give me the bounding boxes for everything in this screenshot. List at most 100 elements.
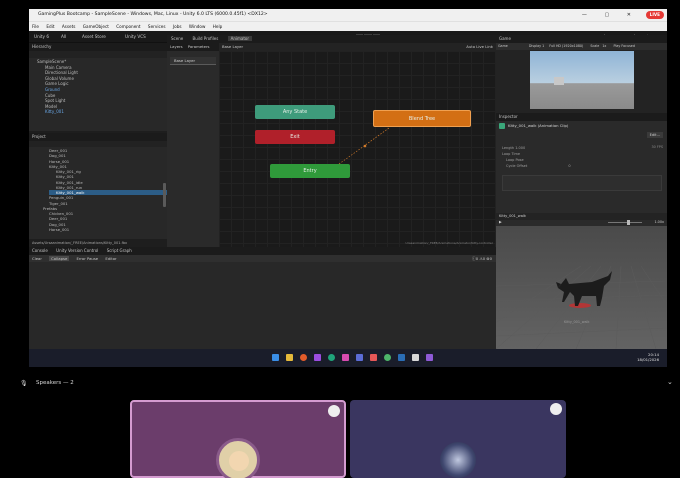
all-dropdown[interactable]: All (61, 31, 66, 43)
menu-jobs[interactable]: Jobs (173, 24, 182, 29)
menu-component[interactable]: Component (116, 24, 140, 29)
error-count: 0 (489, 256, 492, 261)
transition-arrow (338, 127, 390, 165)
menu-window[interactable]: Window (189, 24, 206, 29)
hierarchy-tabstrip: Hierarchy (29, 43, 167, 51)
tab-parameters[interactable]: Parameters (188, 44, 210, 49)
live-badge: LIVE (645, 11, 664, 19)
microphone-icon[interactable]: 🎙 (20, 380, 28, 387)
menu-assets[interactable]: Assets (62, 24, 76, 29)
menu-file[interactable]: File (32, 24, 39, 29)
tab-console[interactable]: Console (32, 248, 48, 253)
speakers-label: Speakers — 2 (36, 380, 74, 386)
animation-clip-icon (499, 123, 505, 129)
error-pause-button[interactable]: Error Pause (77, 256, 99, 261)
speed-slider[interactable] (608, 222, 642, 223)
preview-play-button[interactable]: ▶ (499, 220, 502, 224)
taskbar-clock[interactable]: 20:14 18/01/2026 (637, 352, 659, 362)
console-toolbar: Clear Collapse Error Pause Editor ⓘ0 ⚠0 … (29, 255, 496, 262)
chevron-down-icon[interactable]: ⌄ (667, 378, 673, 386)
collapse-button[interactable]: Collapse (49, 256, 70, 261)
menubar: File Edit Assets GameObject Component Se… (29, 21, 667, 31)
steam-icon[interactable] (398, 354, 405, 361)
hierarchy-search[interactable] (29, 51, 167, 58)
window-controls[interactable]: — ▢ ✕ (582, 9, 639, 21)
animator-graph[interactable]: Any State Exit Entry Blend Tree Ursaanim… (219, 51, 496, 247)
stage: GamingPlus Bootcamp - SampleScene - Wind… (0, 0, 680, 478)
speaker-tile-2[interactable] (350, 400, 566, 478)
tab-project[interactable]: Project (32, 134, 46, 139)
firefox-icon[interactable] (300, 354, 307, 361)
animator-footer-path: Ursaanimation/_FREE/Animations/Animator/… (405, 241, 493, 245)
edit-button[interactable]: Edit... (646, 132, 663, 138)
speaker-1-settings-icon[interactable] (328, 405, 340, 417)
console-tabstrip: Console Unity Version Control Script Gra… (29, 247, 496, 255)
tab-script-graph[interactable]: Script Graph (107, 248, 132, 253)
tab-scene[interactable]: Scene (171, 36, 183, 41)
app-icon[interactable] (342, 354, 349, 361)
obs-icon[interactable] (314, 354, 321, 361)
warning-count: 0 (482, 256, 486, 261)
scale-label: Scale (590, 44, 600, 48)
animator-sidebar-tabs: Layers Parameters (167, 43, 219, 51)
chrome-icon[interactable] (384, 354, 391, 361)
game-toolbar: Game Display 1 Full HD (1920x1080) Scale… (496, 43, 667, 50)
hierarchy-item[interactable]: Kitty_001 (37, 109, 167, 115)
game-viewport[interactable] (530, 51, 634, 109)
tab-build-profiles[interactable]: Build Profiles (192, 36, 218, 41)
inspector-fields: Length 1.000 Loop Time Loop Pose Cycle O… (496, 131, 667, 169)
tab-unity-version-control[interactable]: Unity Version Control (56, 248, 98, 253)
speed-slider-thumb[interactable] (627, 220, 630, 225)
file-explorer-icon[interactable] (286, 354, 293, 361)
layer-item[interactable]: Base Layer (170, 57, 216, 65)
project-tabstrip: Project (29, 133, 167, 141)
app-icon[interactable] (370, 354, 377, 361)
preview-title: Kitty_001_walk (499, 214, 526, 218)
scale-value[interactable]: 1x (602, 44, 606, 48)
field-cycle-offset[interactable]: Cycle Offset 0 (502, 163, 667, 169)
console-counts: ⓘ0 ⚠0 ⊗0 (472, 255, 492, 262)
preview-viewport[interactable]: Kitty_001_walk (496, 226, 667, 349)
tab-hierarchy[interactable]: Hierarchy (32, 44, 51, 49)
display-dropdown[interactable]: Display 1 (529, 44, 544, 48)
asset-store-button[interactable]: Asset Store (82, 31, 106, 43)
tab-inspector[interactable]: Inspector (499, 114, 518, 119)
menu-gameobject[interactable]: GameObject (83, 24, 109, 29)
kitty-model (556, 271, 612, 306)
preview-caption: Kitty_001_walk (564, 320, 590, 324)
start-icon[interactable] (272, 354, 279, 361)
game-tab-label: Game (498, 44, 508, 48)
project-path-bar: Assets/Ursaanimation/_FREE/Animations/Ki… (29, 239, 167, 247)
whatsapp-icon[interactable] (328, 354, 335, 361)
editor-dropdown[interactable]: Editor (105, 256, 116, 261)
clear-button[interactable]: Clear (32, 256, 42, 261)
project-scrollbar[interactable] (163, 183, 166, 207)
inspector-title: Kitty_001_walk (Animation Clip) (508, 123, 569, 128)
unity-hub-icon[interactable] (412, 354, 419, 361)
base-layer-crumb[interactable]: Base Layer (222, 44, 243, 49)
version-control-button[interactable]: Unity VCS (125, 31, 146, 43)
play-focused-dropdown[interactable]: Play Focused (613, 44, 634, 48)
animator-tabstrip: Scene Build Profiles Animator (167, 35, 496, 43)
resolution-dropdown[interactable]: Full HD (1920x1080) (549, 44, 583, 48)
windows-taskbar: 20:14 18/01/2026 (29, 349, 667, 367)
tab-animator[interactable]: Animator (227, 36, 252, 41)
preview-panel: Kitty_001_walk ▶ 1.00x Kitty_001_walk (496, 213, 667, 349)
speaker-tile-1[interactable] (130, 400, 346, 478)
menu-edit[interactable]: Edit (46, 24, 54, 29)
taskbar-date: 18/01/2026 (637, 357, 659, 362)
tab-layers[interactable]: Layers (170, 44, 183, 49)
menu-help[interactable]: Help (213, 24, 223, 29)
info-count: 0 (475, 256, 479, 261)
window-title: GamingPlus Bootcamp - SampleScene - Wind… (38, 12, 268, 17)
visual-studio-icon[interactable] (426, 354, 433, 361)
discord-icon[interactable] (356, 354, 363, 361)
auto-live-link-button[interactable]: Auto Live Link (466, 43, 493, 51)
hierarchy-panel: Hierarchy SampleScene* Main Camera Direc… (29, 43, 167, 131)
project-item[interactable]: Horse_001 (49, 227, 167, 232)
speaker-2-settings-icon[interactable] (550, 403, 562, 415)
account-button[interactable]: Unity 6 (34, 31, 49, 43)
menu-services[interactable]: Services (148, 24, 166, 29)
tab-game[interactable]: Game (499, 36, 511, 41)
inspector-header: Kitty_001_walk (Animation Clip) (496, 121, 667, 131)
